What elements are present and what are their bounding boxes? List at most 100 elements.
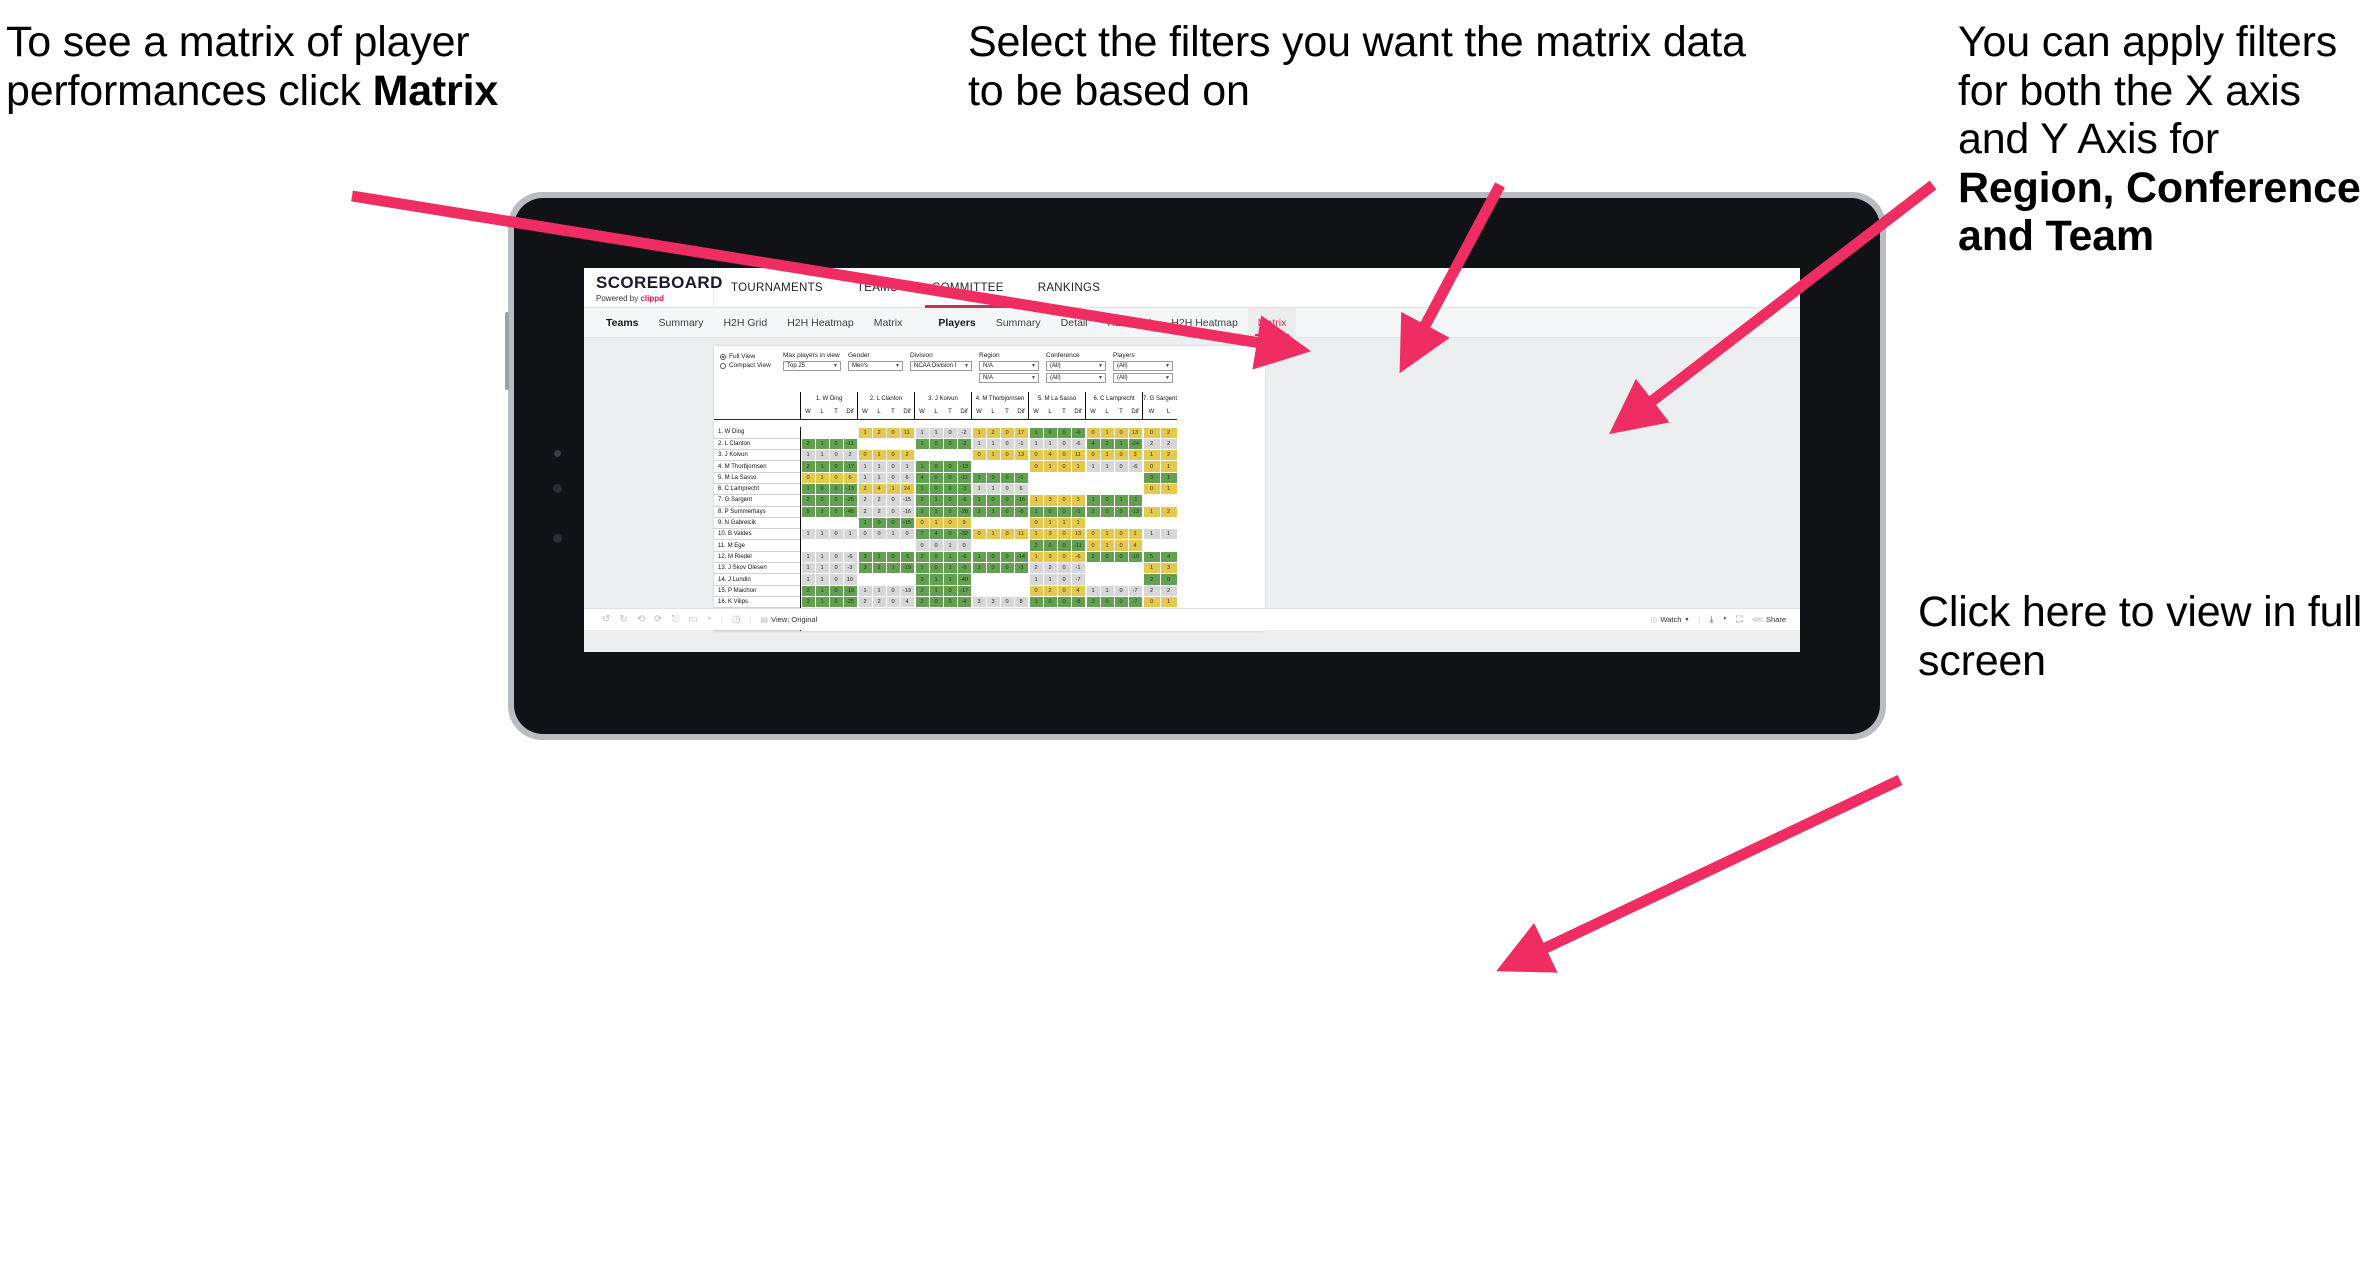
matrix-cell[interactable]: -1 [1070, 505, 1086, 518]
matrix-cell[interactable]: 2 [1142, 573, 1161, 586]
matrix-cell[interactable]: 0 [999, 629, 1015, 631]
matrix-cell[interactable]: -4 [956, 595, 972, 609]
matrix-cell[interactable]: 0 [828, 460, 844, 473]
matrix-cell[interactable]: 1 [857, 516, 873, 530]
matrix-cell[interactable] [1013, 539, 1029, 552]
matrix-cell[interactable]: 0 [1042, 426, 1058, 439]
history-icon[interactable]: ◷ [732, 614, 741, 625]
matrix-cell[interactable]: -1 [1070, 562, 1086, 575]
select-max-players[interactable]: Top 25 ▼ [783, 361, 841, 371]
matrix-cell[interactable]: 8 [1013, 595, 1029, 609]
matrix-cell[interactable]: 1 [985, 482, 1001, 496]
matrix-cell[interactable]: -28 [956, 505, 972, 518]
matrix-cell[interactable]: 2 [800, 629, 816, 631]
refresh-icon[interactable]: ⟳ [654, 614, 662, 625]
matrix-cell[interactable] [800, 539, 816, 552]
matrix-cell[interactable]: 1 [1142, 505, 1161, 518]
matrix-cell[interactable]: 1 [814, 460, 830, 473]
matrix-cell[interactable]: 2 [800, 584, 816, 597]
matrix-cell[interactable] [942, 449, 958, 462]
matrix-cell[interactable]: 1 [857, 584, 873, 597]
matrix-cell[interactable] [1028, 629, 1044, 631]
matrix-cell[interactable] [999, 460, 1015, 473]
matrix-cell[interactable]: 3 [1042, 494, 1058, 507]
matrix-cell[interactable] [1070, 482, 1086, 496]
matrix-cell[interactable] [971, 539, 987, 552]
matrix-cell[interactable] [1159, 539, 1178, 552]
matrix-cell[interactable]: -1 [956, 629, 972, 631]
matrix-cell[interactable] [1099, 562, 1115, 575]
matrix-cell[interactable]: 1 [800, 528, 816, 541]
matrix-cell[interactable]: 0 [1085, 539, 1101, 552]
matrix-cell[interactable]: -13 [1127, 505, 1143, 518]
matrix-cell[interactable] [814, 516, 830, 530]
matrix-cell[interactable]: 0 [1142, 460, 1161, 473]
matrix-cell[interactable]: 1 [914, 437, 930, 451]
matrix-cell[interactable]: 1 [985, 505, 1001, 518]
matrix-cell[interactable] [985, 516, 1001, 530]
matrix-cell[interactable]: -17 [956, 584, 972, 597]
matrix-cell[interactable]: 0 [928, 550, 944, 564]
matrix-cell[interactable]: 1 [1028, 437, 1044, 451]
matrix-cell[interactable]: 0 [1113, 584, 1129, 597]
matrix-cell[interactable]: 1 [814, 437, 830, 451]
matrix-cell[interactable]: 2 [1028, 539, 1044, 552]
matrix-cell[interactable]: -1 [1127, 494, 1143, 507]
matrix-cell[interactable] [857, 573, 873, 586]
matrix-cell[interactable] [1013, 584, 1029, 597]
matrix-cell[interactable]: 2 [857, 482, 873, 496]
matrix-cell[interactable]: 0 [999, 528, 1015, 541]
matrix-cell[interactable]: -6 [842, 550, 858, 564]
matrix-cell[interactable]: 2 [1159, 584, 1178, 597]
matrix-cell[interactable]: 2 [800, 460, 816, 473]
chevron-down-icon[interactable]: ▼ [1722, 617, 1727, 622]
matrix-cell[interactable] [956, 449, 972, 462]
matrix-cell[interactable] [857, 437, 873, 451]
matrix-cell[interactable] [1099, 573, 1115, 586]
matrix-cell[interactable]: 2 [1142, 629, 1161, 631]
matrix-cell[interactable]: -6 [1070, 550, 1086, 564]
matrix-cell[interactable]: 17 [1013, 426, 1029, 439]
matrix-cell[interactable]: 2 [914, 595, 930, 609]
download-icon[interactable]: ⤓ [1709, 615, 1713, 624]
matrix-cell[interactable]: 1 [1159, 595, 1178, 609]
matrix-cell[interactable]: -3 [1013, 562, 1029, 575]
matrix-cell[interactable]: 1 [928, 629, 944, 631]
matrix-cell[interactable]: 2 [800, 437, 816, 451]
matrix-cell[interactable]: 0 [1056, 528, 1072, 541]
matrix-cell[interactable] [985, 573, 1001, 586]
matrix-cell[interactable]: 1 [871, 460, 887, 473]
tab-players-h2h-grid[interactable]: H2H Grid [1098, 308, 1162, 338]
matrix-cell[interactable]: 0 [942, 528, 958, 541]
matrix-cell[interactable]: -17 [842, 460, 858, 473]
topnav-item-rankings[interactable]: RANKINGS [1021, 268, 1117, 308]
matrix-cell[interactable]: 0 [1142, 426, 1161, 439]
matrix-cell[interactable] [928, 449, 944, 462]
matrix-cell[interactable] [1013, 516, 1029, 530]
fullscreen-icon[interactable]: ⛶ [1736, 615, 1742, 624]
matrix-cell[interactable]: 2 [899, 449, 915, 462]
matrix-cell[interactable]: 1 [814, 629, 830, 631]
matrix-cell[interactable] [1085, 516, 1101, 530]
matrix-cell[interactable]: 2 [857, 494, 873, 507]
matrix-cell[interactable] [1113, 471, 1129, 484]
matrix-cell[interactable]: 6 [899, 471, 915, 484]
matrix-cell[interactable]: -6 [1070, 426, 1086, 439]
matrix-cell[interactable] [885, 437, 901, 451]
matrix-cell[interactable]: 1 [985, 629, 1001, 631]
matrix-cell[interactable] [1099, 516, 1115, 530]
matrix-table-container[interactable]: 1. W Ding 2. L Clanton 3. J Koivun 4. M Tho… [714, 392, 1265, 631]
matrix-cell[interactable]: 2 [971, 505, 987, 518]
matrix-cell[interactable]: 0 [999, 449, 1015, 462]
matrix-cell[interactable]: 1 [1099, 584, 1115, 597]
matrix-cell[interactable]: 2 [842, 449, 858, 462]
matrix-cell[interactable] [1085, 573, 1101, 586]
matrix-cell[interactable] [814, 426, 830, 439]
matrix-cell[interactable]: 2 [1099, 437, 1115, 451]
matrix-cell[interactable]: 1 [857, 460, 873, 473]
matrix-cell[interactable]: 0 [885, 584, 901, 597]
matrix-cell[interactable]: -11 [842, 437, 858, 451]
matrix-cell[interactable]: 2 [1142, 437, 1161, 451]
matrix-cell[interactable]: 0 [1099, 595, 1115, 609]
matrix-cell[interactable]: 0 [999, 437, 1015, 451]
